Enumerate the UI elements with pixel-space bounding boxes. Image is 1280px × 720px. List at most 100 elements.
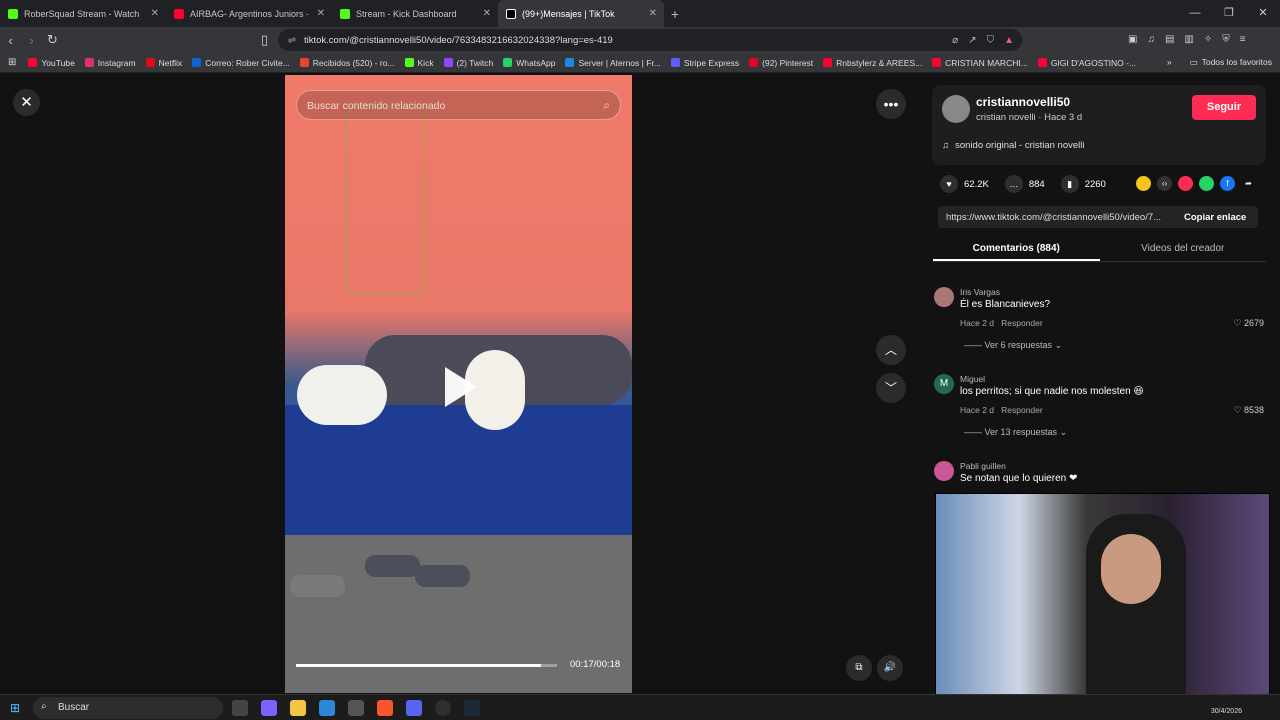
next-video-icon[interactable]: ﹀ <box>876 373 906 403</box>
share-arrow-icon[interactable]: ➦ <box>1241 176 1256 191</box>
discord-icon[interactable] <box>406 700 422 716</box>
share-icon[interactable]: ↗ <box>968 35 976 46</box>
bookmark-netflix[interactable]: Netflix <box>145 58 182 68</box>
bookmark-correo[interactable]: Correo: Rober Civite... <box>192 58 290 68</box>
music-link[interactable]: ♫ sonido original - cristian novelli <box>942 140 1085 151</box>
browser-tab-3[interactable]: Stream - Kick Dashboard ✕ <box>332 0 498 27</box>
wallet-icon[interactable]: ▥ <box>1184 34 1193 45</box>
brave-rewards-icon[interactable]: ▲ <box>1004 35 1014 46</box>
bookmark-pinterest[interactable]: (92) Pinterest <box>749 58 813 68</box>
creator-username[interactable]: cristiannovelli50 <box>976 95 1070 109</box>
search-icon[interactable]: ⌕ <box>603 98 610 113</box>
restore-icon[interactable]: ❐ <box>1212 0 1246 27</box>
media-icon[interactable]: ♫ <box>1147 34 1155 45</box>
bookmark-whatsapp[interactable]: WhatsApp <box>503 58 555 68</box>
extensions-icon[interactable]: ✧ <box>1204 34 1212 45</box>
bookmark-cristian[interactable]: CRISTIAN MARCHI... <box>932 58 1028 68</box>
bookmark-kick[interactable]: Kick <box>404 58 434 68</box>
comment-stat[interactable]: … 884 <box>1004 175 1045 193</box>
windows-start-icon[interactable]: ⊞ <box>10 701 20 715</box>
reading-icon[interactable]: ▤ <box>1165 34 1174 45</box>
comment-author[interactable]: Pabli guillen <box>960 461 1006 471</box>
reply-button[interactable]: Responder <box>1001 405 1043 415</box>
video-frame-shoe <box>365 555 420 577</box>
embed-icon[interactable]: ‹› <box>1157 176 1172 191</box>
comment-like[interactable]: ♡ 2679 <box>1233 318 1264 329</box>
close-window-icon[interactable]: ✕ <box>1246 0 1280 27</box>
comment-author[interactable]: Iris Vargas <box>960 287 1000 297</box>
more-options-icon[interactable]: ••• <box>876 89 906 119</box>
minimize-icon[interactable]: — <box>1178 0 1212 27</box>
app-icon[interactable] <box>348 700 364 716</box>
bookmark-stripe[interactable]: Stripe Express <box>670 58 739 68</box>
bookmark-icon[interactable]: ▯ <box>254 32 275 48</box>
save-stat[interactable]: ▮ 2260 <box>1060 175 1106 193</box>
brave-shield-icon[interactable]: ⛉ <box>987 35 995 46</box>
browser-tab-2[interactable]: AIRBAG- Argentinos Juniors - EN VIVO ✕ <box>166 0 332 27</box>
previous-video-icon[interactable]: ︿ <box>876 335 906 365</box>
file-explorer-icon[interactable] <box>290 700 306 716</box>
view-replies-button[interactable]: —— Ver 13 respuestas ⌄ <box>964 427 1067 438</box>
follow-button[interactable]: Seguir <box>1192 95 1256 120</box>
site-info-icon[interactable]: ⇌ <box>288 35 296 46</box>
bookmark-youtube[interactable]: YouTube <box>28 58 75 68</box>
url-field[interactable]: ⇌ tiktok.com/@cristiannovelli50/video/76… <box>278 29 1022 51</box>
miniplayer-icon[interactable]: ⧉ <box>846 655 872 681</box>
browser-tab-bar: RoberSquad Stream - Watch Live ✕ AIRBAG-… <box>0 0 1280 27</box>
avatar[interactable] <box>934 287 954 307</box>
bookmark-gmail[interactable]: Recibidos (520) - ro... <box>299 58 395 68</box>
apps-icon[interactable]: ⊞ <box>8 57 16 68</box>
bookmark-gigi[interactable]: GIGI D'AGOSTINO -... <box>1037 58 1136 68</box>
tab-close-icon[interactable]: ✕ <box>649 8 657 19</box>
video-player[interactable]: Buscar contenido relacionado ⌕ 00:17/00:… <box>285 75 632 693</box>
send-icon[interactable] <box>1178 176 1193 191</box>
forward-icon[interactable]: › <box>21 33 42 48</box>
tab-close-icon[interactable]: ✕ <box>151 8 159 19</box>
reply-button[interactable]: Responder <box>1001 318 1043 328</box>
bookmark-rnbstylerz[interactable]: Rnbstylerz & AREES... <box>823 58 922 68</box>
tab-comments[interactable]: Comentarios (884) <box>933 235 1100 261</box>
avatar[interactable]: M <box>934 374 954 394</box>
store-icon[interactable] <box>319 700 335 716</box>
comment-like[interactable]: ♡ 8538 <box>1233 405 1264 416</box>
menu-icon[interactable]: ≡ <box>1240 34 1246 45</box>
video-link[interactable]: https://www.tiktok.com/@cristiannovelli5… <box>938 212 1176 223</box>
task-view-icon[interactable] <box>232 700 248 716</box>
tab-close-icon[interactable]: ✕ <box>483 8 491 19</box>
comment-author[interactable]: Miguel <box>960 374 985 384</box>
browser-tab-1[interactable]: RoberSquad Stream - Watch Live ✕ <box>0 0 166 27</box>
bookmark-aternos[interactable]: Server | Aternos | Fr... <box>565 58 661 68</box>
sidebar-icon[interactable]: ▣ <box>1128 34 1137 45</box>
bookmark-twitch[interactable]: (2) Twitch <box>443 58 493 68</box>
volume-icon[interactable]: 🔊 <box>877 655 903 681</box>
tab-close-icon[interactable]: ✕ <box>317 8 325 19</box>
avatar[interactable] <box>942 95 970 123</box>
reload-icon[interactable]: ↻ <box>42 32 63 48</box>
vpn-icon[interactable]: ⛨ <box>1222 34 1230 45</box>
obs-icon[interactable] <box>435 700 451 716</box>
video-progress-bar[interactable] <box>296 664 557 667</box>
avatar[interactable] <box>934 461 954 481</box>
whatsapp-share-icon[interactable] <box>1199 176 1214 191</box>
back-icon[interactable]: ‹ <box>0 33 21 48</box>
steam-icon[interactable] <box>464 700 480 716</box>
coin-icon[interactable] <box>1136 176 1151 191</box>
translate-icon[interactable]: ⌀ <box>952 35 958 46</box>
video-frame-shoe <box>290 575 345 597</box>
facebook-icon[interactable]: f <box>1220 176 1235 191</box>
play-icon[interactable] <box>445 367 477 407</box>
comment-text: los perritos; si que nadie nos molesten … <box>960 386 1144 397</box>
brave-icon[interactable] <box>377 700 393 716</box>
bookmark-instagram[interactable]: Instagram <box>84 58 136 68</box>
new-tab-icon[interactable]: + <box>664 6 686 22</box>
like-stat[interactable]: ♥ 62.2K <box>940 175 989 193</box>
tab-creator-videos[interactable]: Videos del creador <box>1100 235 1267 261</box>
close-icon[interactable]: ✕ <box>13 89 40 116</box>
taskbar-search[interactable]: ⌕ Buscar <box>33 697 223 719</box>
copilot-icon[interactable] <box>261 700 277 716</box>
all-bookmarks[interactable]: » ▭ Todos los favoritos <box>1167 57 1272 68</box>
view-replies-button[interactable]: —— Ver 6 respuestas ⌄ <box>964 340 1062 351</box>
browser-tab-4[interactable]: (99+)Mensajes | TikTok ✕ <box>498 0 664 27</box>
copy-link-button[interactable]: Copiar enlace <box>1176 212 1246 223</box>
related-search-input[interactable]: Buscar contenido relacionado ⌕ <box>296 90 621 120</box>
